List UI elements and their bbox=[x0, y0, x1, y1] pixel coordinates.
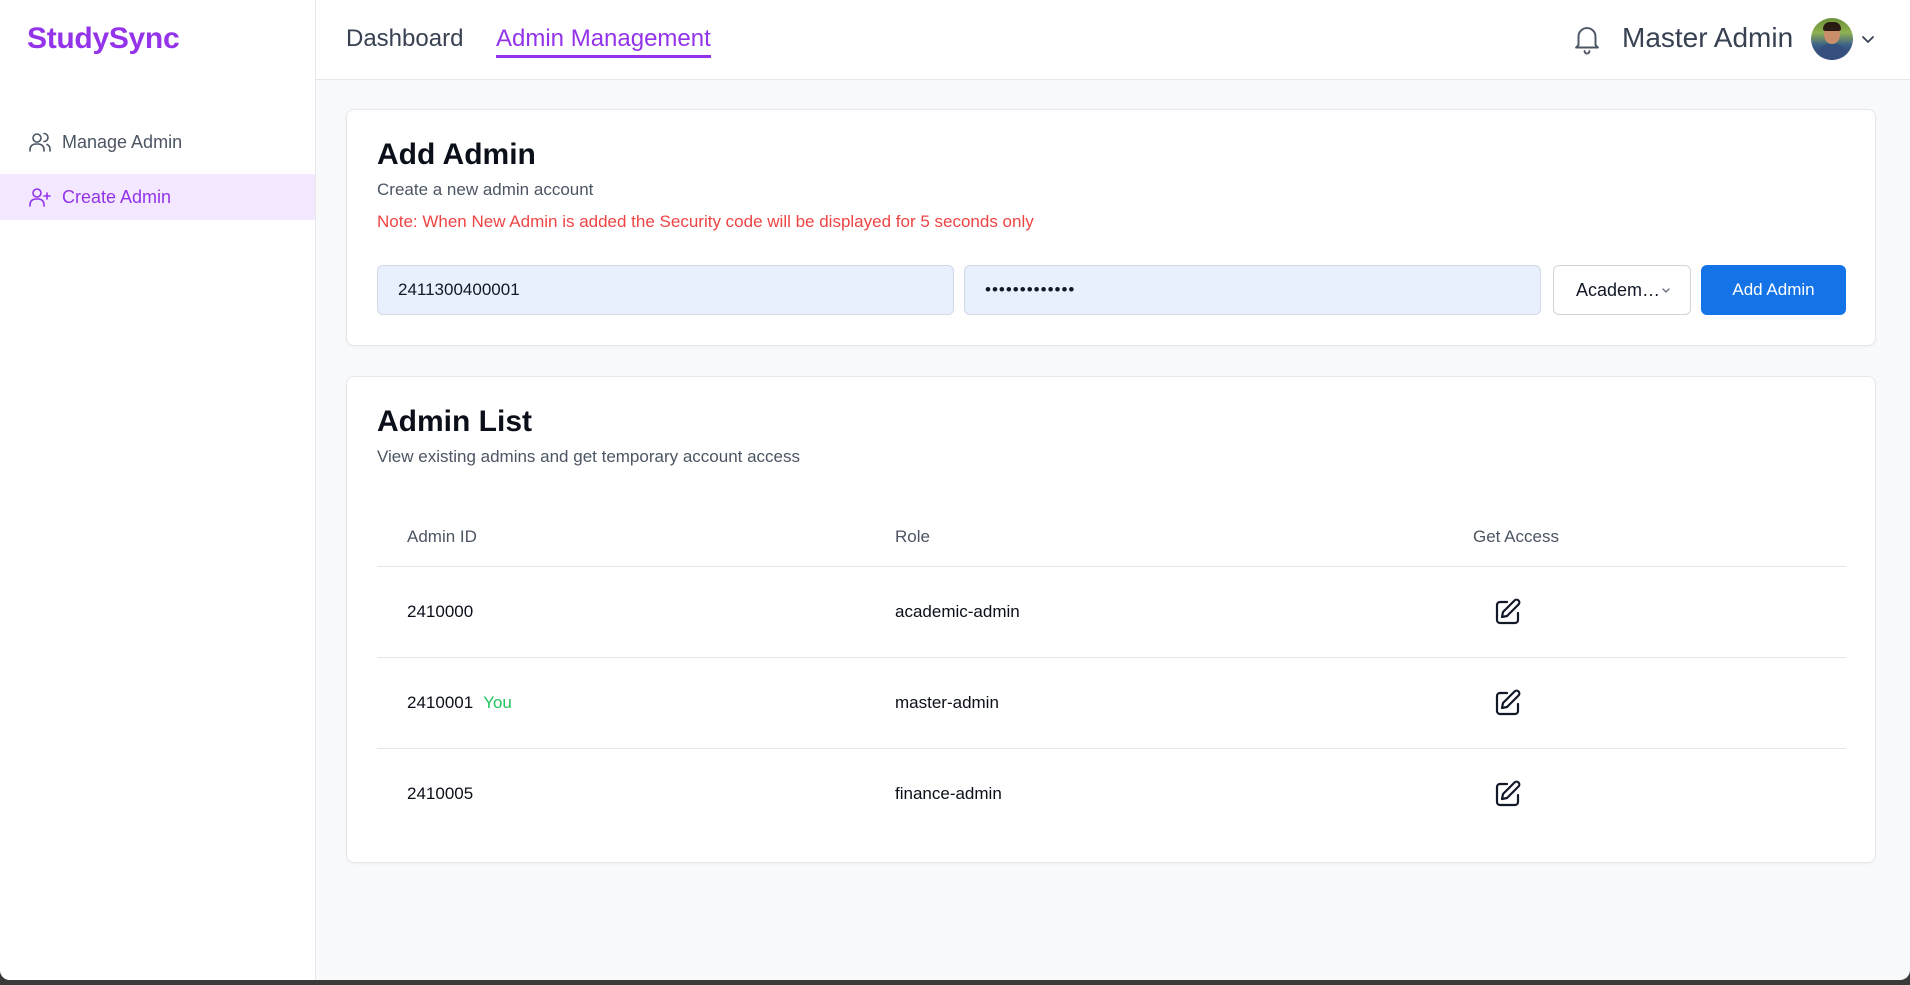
admin-list-title: Admin List bbox=[377, 405, 532, 438]
add-admin-subtitle: Create a new admin account bbox=[377, 180, 594, 199]
admin-id: 2410001 bbox=[407, 693, 474, 712]
password-input[interactable]: ••••••••••••• bbox=[964, 265, 1541, 315]
add-admin-button[interactable]: Add Admin bbox=[1701, 265, 1846, 315]
user-name[interactable]: Master Admin bbox=[1622, 22, 1793, 54]
edit-icon[interactable] bbox=[1492, 687, 1524, 719]
edit-icon[interactable] bbox=[1492, 596, 1524, 628]
sidebar-item-create-admin[interactable]: Create Admin bbox=[0, 174, 315, 220]
role-select[interactable]: Academ… bbox=[1553, 265, 1691, 315]
chevron-down-icon[interactable] bbox=[1859, 30, 1877, 48]
admin-id: 2410005 bbox=[407, 784, 474, 803]
tab-admin-management[interactable]: Admin Management bbox=[496, 25, 711, 58]
role-cell: master-admin bbox=[895, 693, 999, 712]
avatar-shirt bbox=[1817, 44, 1847, 60]
top-bar: Dashboard Admin Management Master Admin bbox=[316, 0, 1910, 80]
tab-dashboard[interactable]: Dashboard bbox=[346, 25, 463, 55]
admin-id: 2410000 bbox=[407, 602, 474, 621]
admin-id-input[interactable]: 2411300400001 bbox=[377, 265, 954, 315]
admin-id-cell: 2410000 bbox=[407, 602, 473, 622]
admin-list-card: Admin List View existing admins and get … bbox=[346, 376, 1876, 863]
table-header: Admin ID Role Get Access bbox=[377, 507, 1846, 567]
add-admin-title: Add Admin bbox=[377, 138, 536, 171]
role-cell: finance-admin bbox=[895, 784, 1002, 803]
table-row: 2410001 You master-admin bbox=[377, 658, 1846, 749]
user-plus-icon bbox=[28, 185, 52, 209]
table-row: 2410005 finance-admin bbox=[377, 749, 1846, 840]
brand-logo[interactable]: StudySync bbox=[27, 22, 180, 56]
app-window: StudySync Manage Admin Create Admin Dash… bbox=[0, 0, 1910, 980]
you-badge: You bbox=[483, 693, 512, 712]
bell-icon[interactable] bbox=[1572, 22, 1602, 56]
column-header-get-access[interactable]: Get Access bbox=[1473, 527, 1559, 547]
column-header-admin-id[interactable]: Admin ID bbox=[407, 527, 477, 547]
admin-id-cell: 2410001 You bbox=[407, 693, 512, 713]
avatar-hair bbox=[1823, 22, 1841, 31]
sidebar-item-label: Create Admin bbox=[62, 186, 172, 207]
users-icon bbox=[28, 130, 52, 154]
role-select-value: Academ… bbox=[1576, 279, 1661, 300]
chevron-down-icon bbox=[1662, 288, 1670, 293]
sidebar-item-label: Manage Admin bbox=[62, 131, 183, 152]
role-cell: academic-admin bbox=[895, 602, 1020, 621]
admin-id-cell: 2410005 bbox=[407, 784, 473, 804]
add-admin-card: Add Admin Create a new admin account Not… bbox=[346, 109, 1876, 346]
sidebar-item-manage-admin[interactable]: Manage Admin bbox=[0, 119, 315, 165]
avatar[interactable] bbox=[1811, 18, 1853, 60]
column-header-role[interactable]: Role bbox=[895, 527, 930, 547]
sidebar: StudySync Manage Admin Create Admin bbox=[0, 0, 316, 980]
security-note: Note: When New Admin is added the Securi… bbox=[377, 212, 1034, 231]
admin-list-subtitle: View existing admins and get temporary a… bbox=[377, 447, 801, 466]
edit-icon[interactable] bbox=[1492, 778, 1524, 810]
table-row: 2410000 academic-admin bbox=[377, 567, 1846, 658]
